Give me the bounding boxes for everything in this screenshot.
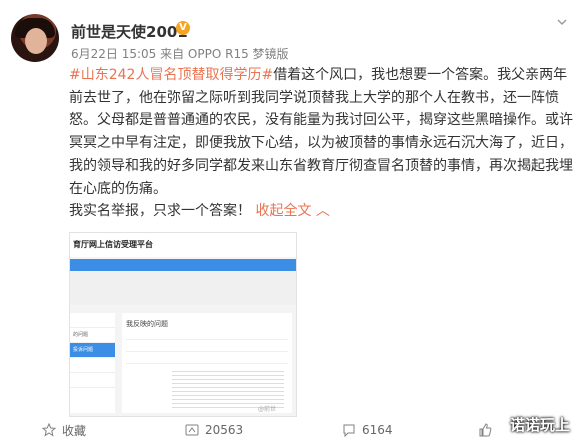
- image-banner: [70, 271, 296, 305]
- image-row: [126, 355, 288, 364]
- post-text: #山东242人冒名顶替取得学历#借着这个风口，我也想要一个答案。我父亲两年前去世…: [69, 64, 573, 223]
- post-body: 借着这个风口，我也想要一个答案。我父亲两年前去世了，他在弥留之际听到我同学说顶替…: [69, 67, 573, 197]
- chevron-down-icon[interactable]: [556, 16, 568, 28]
- avatar[interactable]: [11, 14, 59, 62]
- image-menu-item: [70, 358, 115, 373]
- avatar-face: [25, 28, 47, 54]
- vip-badge-icon: V: [176, 21, 190, 35]
- comment-icon: [343, 424, 355, 437]
- image-menu-item: 的问题: [70, 328, 115, 343]
- thumbs-up-icon: [479, 423, 492, 437]
- comment-button[interactable]: 6164: [342, 420, 393, 440]
- corner-watermark: 诺诺玩上: [509, 416, 570, 434]
- collapse-button[interactable]: 收起全文 ︿: [255, 203, 329, 219]
- image-menu-item: 投诉问题: [70, 343, 115, 358]
- star-icon: [42, 423, 56, 437]
- attached-image[interactable]: 育厅网上信访受理平台 的问题 投诉问题 我反映的问题 @前世: [69, 232, 297, 417]
- image-sidebar: 的问题 投诉问题: [70, 313, 115, 413]
- repost-count: 20563: [205, 423, 244, 437]
- repost-icon: [185, 424, 199, 436]
- like-button[interactable]: [478, 420, 498, 440]
- comment-count: 6164: [362, 423, 393, 437]
- hashtag-link[interactable]: #山东242人冒名顶替取得学历#: [69, 67, 273, 83]
- favorite-button[interactable]: 收藏: [42, 420, 86, 440]
- image-panel-title: 我反映的问题: [126, 320, 168, 328]
- image-panel: 我反映的问题: [122, 313, 292, 413]
- favorite-label: 收藏: [62, 423, 87, 438]
- username[interactable]: 前世是天使2001: [71, 21, 188, 42]
- action-bar: 收藏 20563 6164: [0, 420, 580, 446]
- repost-button[interactable]: 20563: [185, 420, 243, 440]
- image-watermark: @前世: [257, 406, 276, 413]
- image-header: 育厅网上信访受理平台: [70, 233, 296, 257]
- image-nav-bar: [70, 259, 296, 271]
- post-meta: 6月22日 15:05 来自 OPPO R15 梦镜版: [71, 47, 289, 61]
- post-last-line: 我实名举报，只求一个答案！: [69, 203, 251, 220]
- image-row: [126, 343, 288, 352]
- image-menu-item: [70, 373, 115, 388]
- image-row: [126, 331, 288, 340]
- image-menu-item: [70, 313, 115, 328]
